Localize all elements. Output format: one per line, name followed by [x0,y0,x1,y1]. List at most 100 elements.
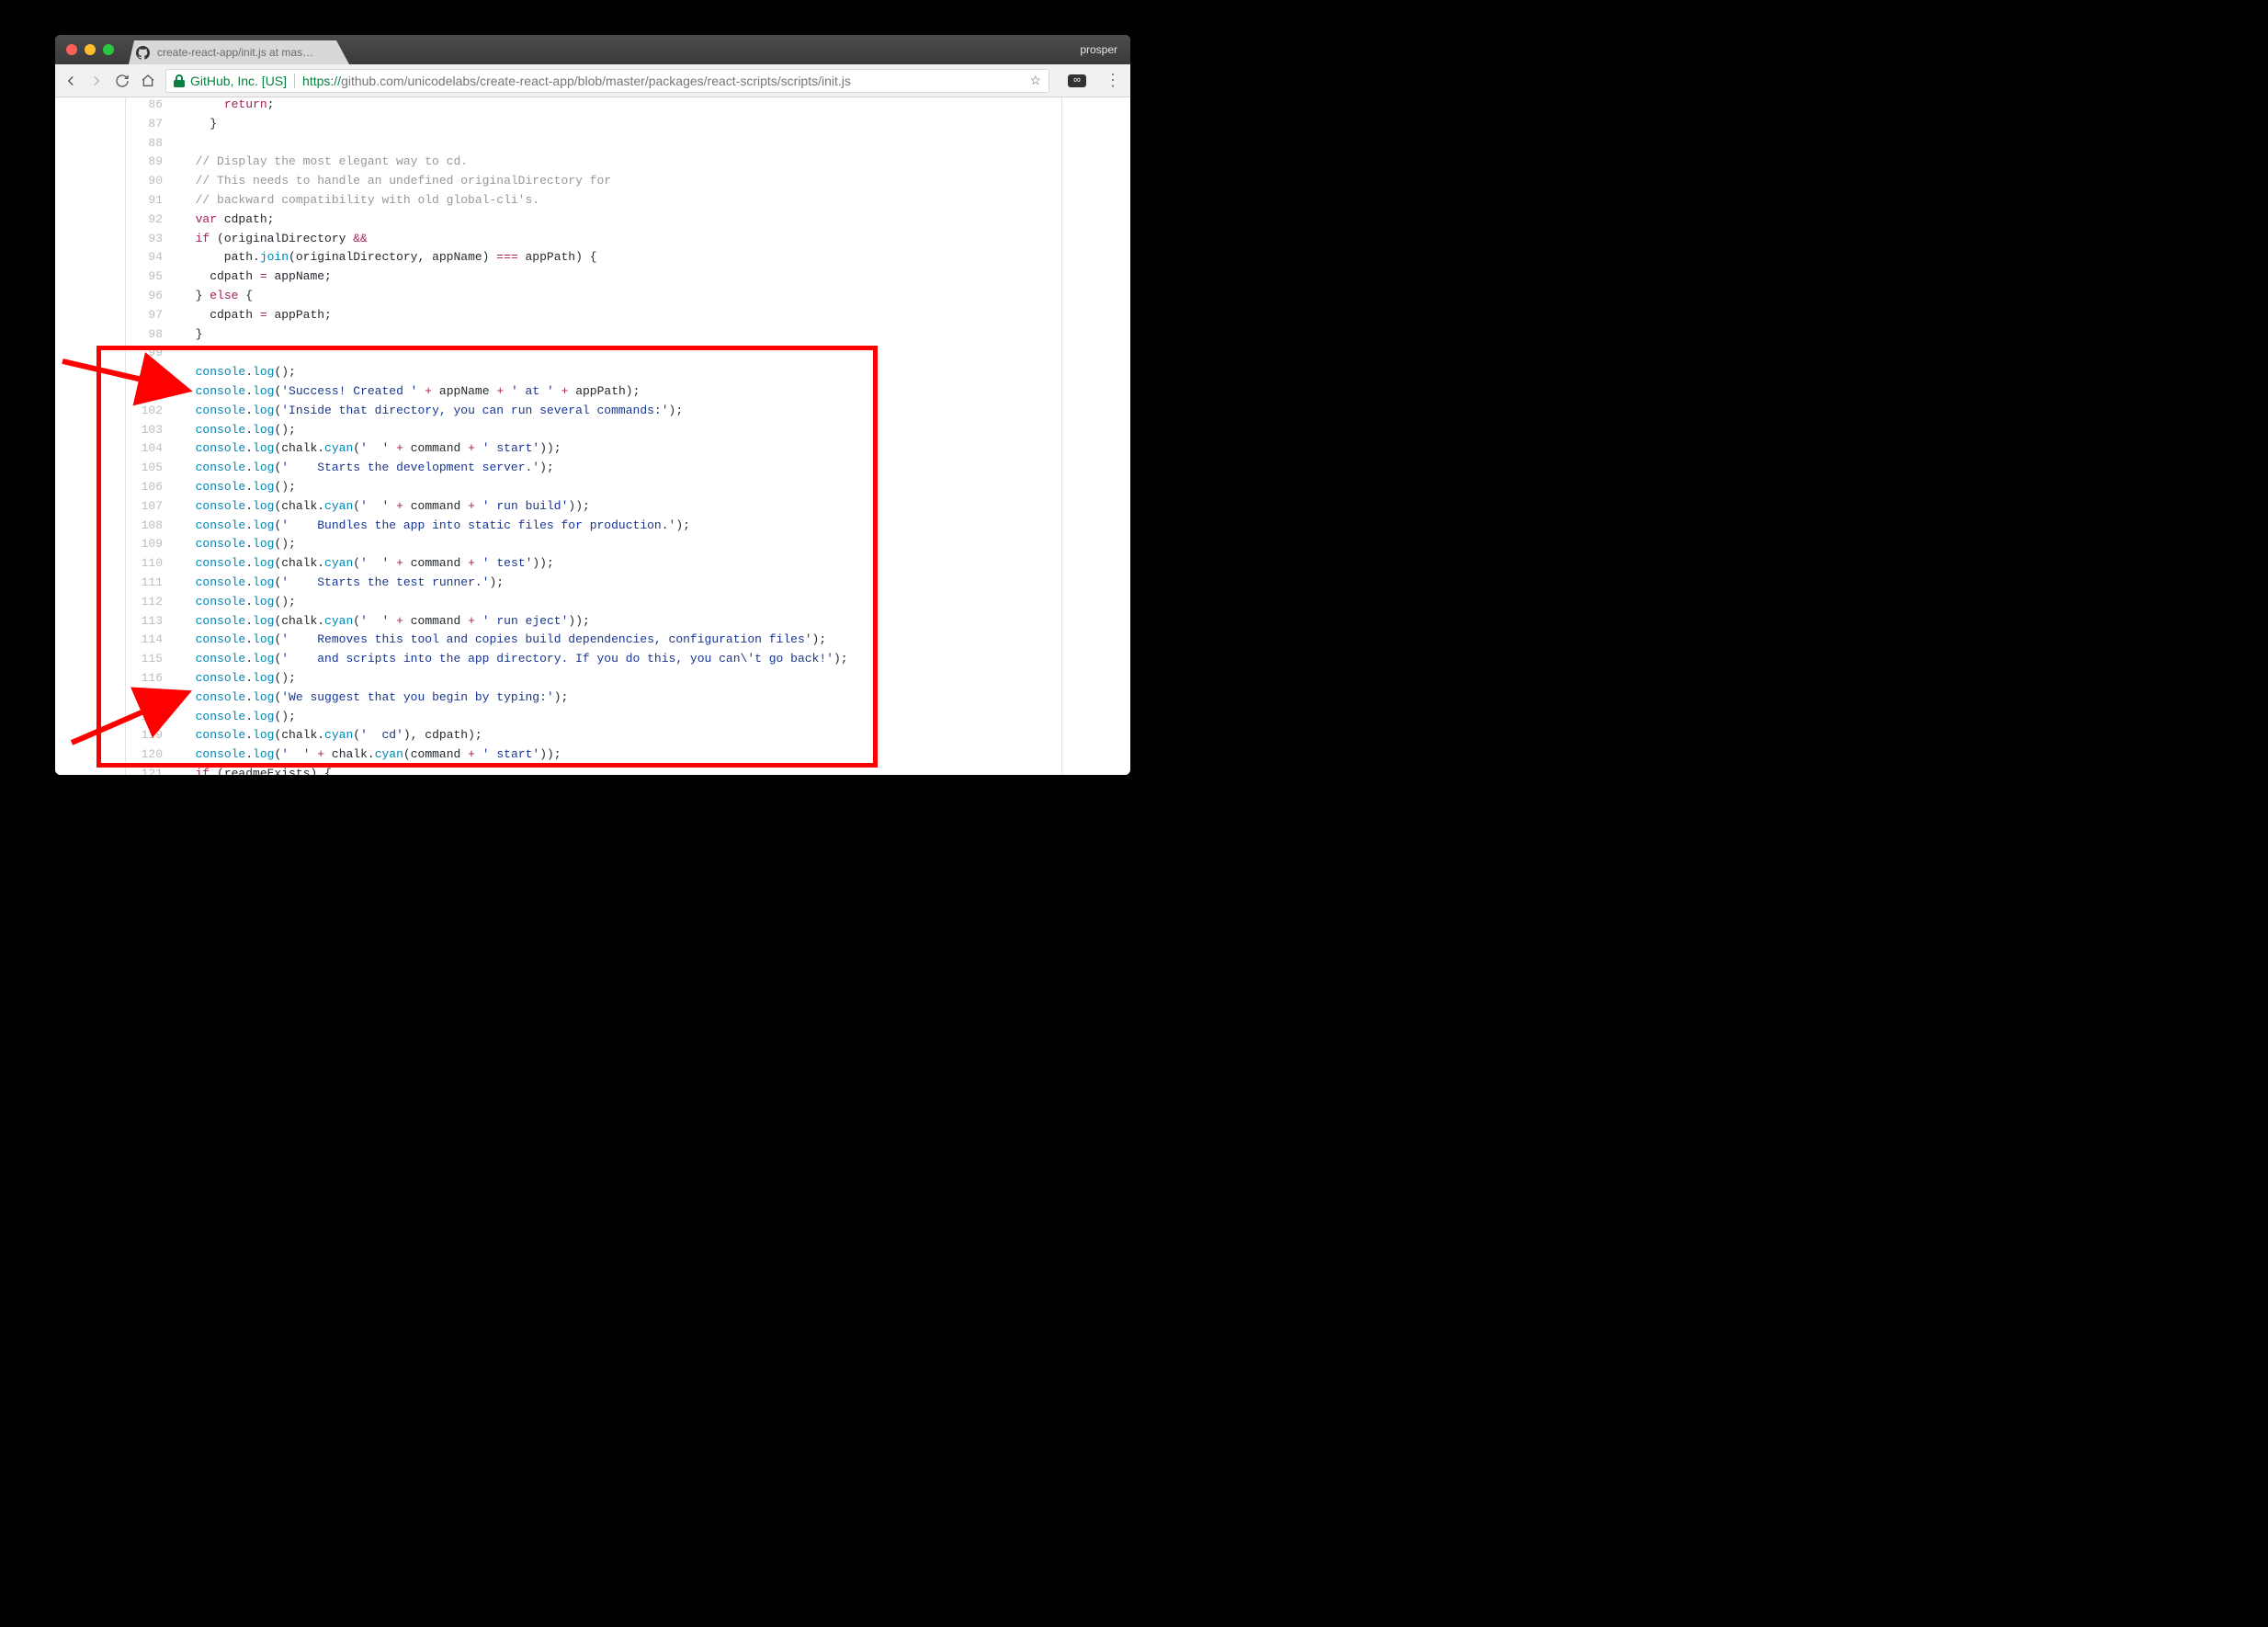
code-line[interactable]: 116 console.log(); [126,669,1061,688]
line-number[interactable]: 87 [126,115,172,134]
line-number[interactable]: 119 [126,726,172,745]
code-line[interactable]: 107 console.log(chalk.cyan(' ' + command… [126,497,1061,517]
line-number[interactable]: 117 [126,688,172,708]
line-number[interactable]: 92 [126,210,172,230]
line-number[interactable]: 106 [126,478,172,497]
code-line[interactable]: 108 console.log(' Bundles the app into s… [126,517,1061,536]
code-line[interactable]: 117 console.log('We suggest that you beg… [126,688,1061,708]
code-line[interactable]: 102 console.log('Inside that directory, … [126,402,1061,421]
line-number[interactable]: 103 [126,421,172,440]
line-number[interactable]: 104 [126,439,172,459]
code-line[interactable]: 91 // backward compatibility with old gl… [126,191,1061,210]
code-line[interactable]: 98 } [126,325,1061,345]
line-number[interactable]: 90 [126,172,172,191]
line-number[interactable]: 101 [126,382,172,402]
url-scheme: https:// [302,74,341,88]
url-host: github.com [341,74,403,88]
code-line[interactable]: 106 console.log(); [126,478,1061,497]
code-content: console.log('We suggest that you begin b… [172,688,1061,708]
line-number[interactable]: 100 [126,363,172,382]
line-number[interactable]: 102 [126,402,172,421]
code-line[interactable]: 114 console.log(' Removes this tool and … [126,631,1061,650]
line-number[interactable]: 93 [126,230,172,249]
maximize-window-button[interactable] [103,44,114,55]
code-content: console.log(chalk.cyan(' ' + command + '… [172,554,1061,574]
bookmark-star-icon[interactable]: ☆ [1029,73,1041,88]
code-content: console.log(chalk.cyan(' ' + command + '… [172,612,1061,631]
extension-icon[interactable] [1068,74,1086,87]
code-line[interactable]: 99 [126,344,1061,363]
back-button[interactable] [62,73,79,89]
line-number[interactable]: 108 [126,517,172,536]
reload-button[interactable] [114,73,130,89]
code-line[interactable]: 112 console.log(); [126,593,1061,612]
code-line[interactable]: 94 path.join(originalDirectory, appName)… [126,248,1061,267]
line-number[interactable]: 109 [126,535,172,554]
line-number[interactable]: 97 [126,306,172,325]
code-line[interactable]: 92 var cdpath; [126,210,1061,230]
code-line[interactable]: 96 } else { [126,287,1061,306]
code-line[interactable]: 111 console.log(' Starts the test runner… [126,574,1061,593]
home-button[interactable] [140,73,156,89]
line-number[interactable]: 94 [126,248,172,267]
code-line[interactable]: 118 console.log(); [126,708,1061,727]
code-content: console.log('Inside that directory, you … [172,402,1061,421]
code-content: var cdpath; [172,210,1061,230]
code-line[interactable]: 119 console.log(chalk.cyan(' cd'), cdpat… [126,726,1061,745]
address-bar[interactable]: GitHub, Inc. [US] https://github.com/uni… [165,69,1049,93]
code-content: console.log('Success! Created ' + appNam… [172,382,1061,402]
line-number[interactable]: 120 [126,745,172,765]
line-number[interactable]: 111 [126,574,172,593]
code-line[interactable]: 89 // Display the most elegant way to cd… [126,153,1061,172]
browser-menu-button[interactable]: ⋮ [1105,71,1121,90]
code-line[interactable]: 103 console.log(); [126,421,1061,440]
line-number[interactable]: 116 [126,669,172,688]
code-content: } else { [172,287,1061,306]
close-window-button[interactable] [66,44,77,55]
code-line[interactable]: 104 console.log(chalk.cyan(' ' + command… [126,439,1061,459]
code-line[interactable]: 100 console.log(); [126,363,1061,382]
code-line[interactable]: 93 if (originalDirectory && [126,230,1061,249]
code-line[interactable]: 110 console.log(chalk.cyan(' ' + command… [126,554,1061,574]
line-number[interactable]: 91 [126,191,172,210]
line-number[interactable]: 115 [126,650,172,669]
code-line[interactable]: 97 cdpath = appPath; [126,306,1061,325]
code-line[interactable]: 95 cdpath = appName; [126,267,1061,287]
line-number[interactable]: 110 [126,554,172,574]
line-number[interactable]: 99 [126,344,172,363]
line-number[interactable]: 88 [126,134,172,154]
code-line[interactable]: 105 console.log(' Starts the development… [126,459,1061,478]
line-number[interactable]: 114 [126,631,172,650]
line-number[interactable]: 112 [126,593,172,612]
browser-tab[interactable]: create-react-app/init.js at mas… [129,40,349,64]
forward-button[interactable] [88,73,105,89]
line-number[interactable]: 96 [126,287,172,306]
line-number[interactable]: 107 [126,497,172,517]
code-line[interactable]: 86 return; [126,97,1061,115]
line-number[interactable]: 95 [126,267,172,287]
code-line[interactable]: 115 console.log(' and scripts into the a… [126,650,1061,669]
code-line[interactable]: 109 console.log(); [126,535,1061,554]
line-number[interactable]: 118 [126,708,172,727]
code-view[interactable]: 86 return;87 }8889 // Display the most e… [125,97,1062,775]
code-line[interactable]: 90 // This needs to handle an undefined … [126,172,1061,191]
code-line[interactable]: 113 console.log(chalk.cyan(' ' + command… [126,612,1061,631]
line-number[interactable]: 86 [126,97,172,115]
line-number[interactable]: 98 [126,325,172,345]
code-content: } [172,325,1061,345]
line-number[interactable]: 105 [126,459,172,478]
page-content: 86 return;87 }8889 // Display the most e… [55,97,1130,775]
code-line[interactable]: 87 } [126,115,1061,134]
code-line[interactable]: 120 console.log(' ' + chalk.cyan(command… [126,745,1061,765]
line-number[interactable]: 89 [126,153,172,172]
code-content: console.log(chalk.cyan(' cd'), cdpath); [172,726,1061,745]
code-line[interactable]: 88 [126,134,1061,154]
minimize-window-button[interactable] [85,44,96,55]
line-number[interactable]: 121 [126,765,172,775]
code-line[interactable]: 101 console.log('Success! Created ' + ap… [126,382,1061,402]
code-content: console.log(chalk.cyan(' ' + command + '… [172,497,1061,517]
user-profile-label[interactable]: prosper [1080,43,1117,56]
code-line[interactable]: 121 if (readmeExists) { [126,765,1061,775]
code-content: cdpath = appPath; [172,306,1061,325]
line-number[interactable]: 113 [126,612,172,631]
